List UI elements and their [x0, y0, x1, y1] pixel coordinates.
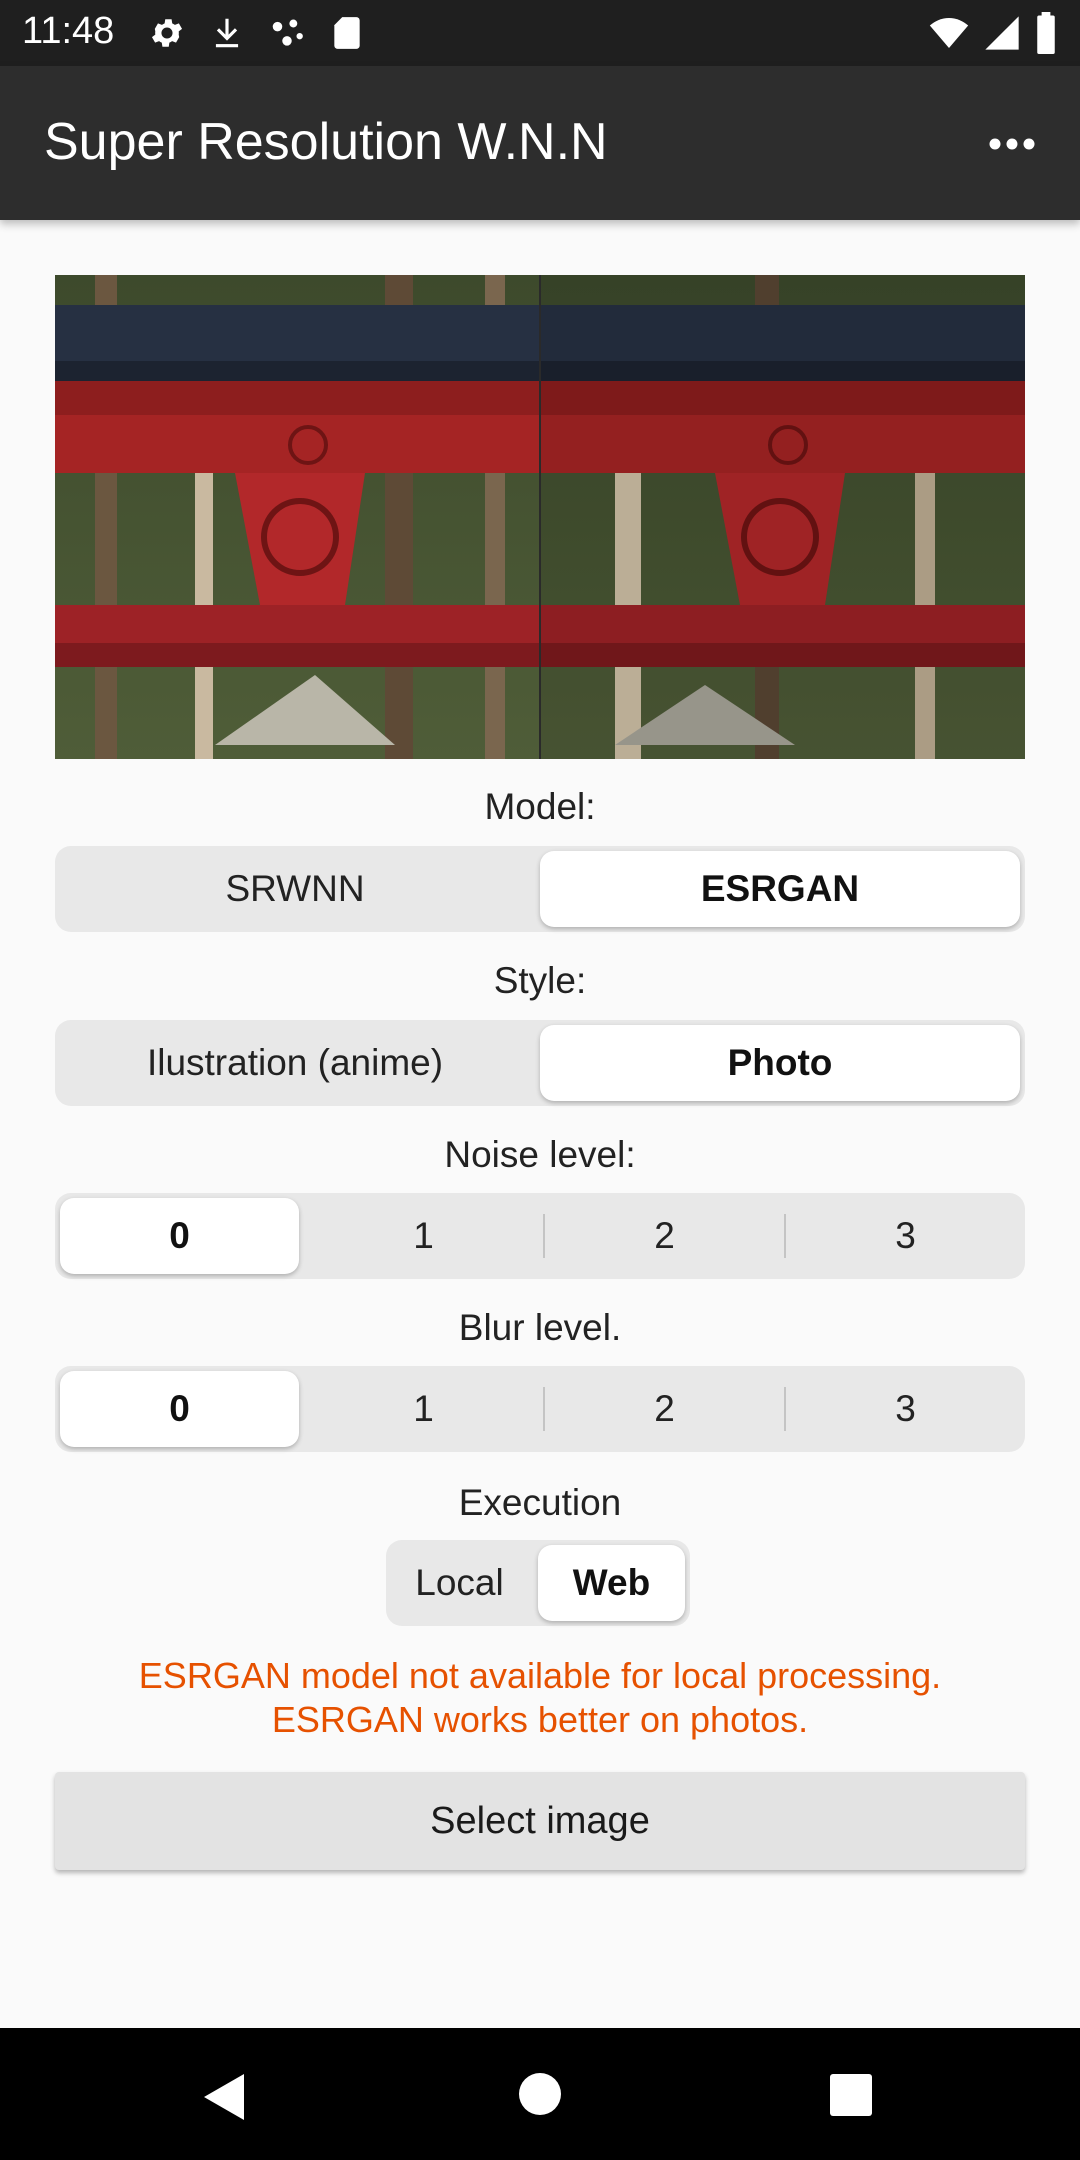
execution-label: Execution	[458, 1482, 622, 1523]
gear-icon	[148, 14, 186, 57]
model-selector: SRWNN ESRGAN	[55, 846, 1025, 932]
noise-option-1[interactable]: 1	[304, 1193, 543, 1279]
style-selector: Ilustration (anime) Photo	[55, 1020, 1025, 1106]
download-icon	[208, 14, 246, 57]
model-option-srwnn[interactable]: SRWNN	[55, 846, 535, 932]
signal-icon	[982, 13, 1022, 58]
warning-line-2: ESRGAN works better on photos.	[271, 1699, 809, 1740]
noise-label: Noise level:	[444, 1134, 636, 1175]
execution-selector: Local Web	[386, 1540, 690, 1626]
status-bar: 11:48	[0, 0, 1080, 66]
blur-option-0[interactable]: 0	[60, 1371, 299, 1447]
style-label: Style:	[493, 960, 587, 1001]
noise-option-2[interactable]: 2	[545, 1193, 784, 1279]
dots-icon	[268, 14, 306, 57]
overflow-menu-icon[interactable]	[984, 116, 1040, 172]
home-icon[interactable]	[518, 2072, 562, 2121]
warning-line-1: ESRGAN model not available for local pro…	[138, 1655, 942, 1696]
back-icon[interactable]	[200, 2072, 248, 2127]
style-option-photo[interactable]: Photo	[540, 1025, 1020, 1101]
blur-option-1[interactable]: 1	[304, 1366, 543, 1452]
noise-option-0[interactable]: 0	[60, 1198, 299, 1274]
select-image-button[interactable]: Select image	[55, 1772, 1025, 1870]
comparison-image	[55, 275, 1025, 759]
warning-message: ESRGAN model not available for local pro…	[0, 1654, 1080, 1742]
app-bar: Super Resolution W.N.N	[0, 66, 1080, 220]
sd-card-icon	[328, 14, 366, 57]
noise-option-3[interactable]: 3	[786, 1193, 1025, 1279]
blur-selector: 0 1 2 3	[55, 1366, 1025, 1452]
execution-option-local[interactable]: Local	[386, 1540, 533, 1626]
model-option-esrgan[interactable]: ESRGAN	[540, 851, 1020, 927]
recents-icon[interactable]	[830, 2074, 872, 2121]
status-time: 11:48	[22, 10, 115, 52]
style-option-illustration[interactable]: Ilustration (anime)	[55, 1020, 535, 1106]
app-title: Super Resolution W.N.N	[44, 113, 608, 171]
wifi-icon	[928, 13, 970, 58]
navigation-bar	[0, 2028, 1080, 2160]
model-label: Model:	[484, 786, 596, 827]
battery-icon	[1034, 12, 1058, 59]
blur-option-2[interactable]: 2	[545, 1366, 784, 1452]
blur-option-3[interactable]: 3	[786, 1366, 1025, 1452]
execution-option-web[interactable]: Web	[538, 1545, 685, 1621]
blur-label: Blur level.	[458, 1307, 622, 1348]
noise-selector: 0 1 2 3	[55, 1193, 1025, 1279]
